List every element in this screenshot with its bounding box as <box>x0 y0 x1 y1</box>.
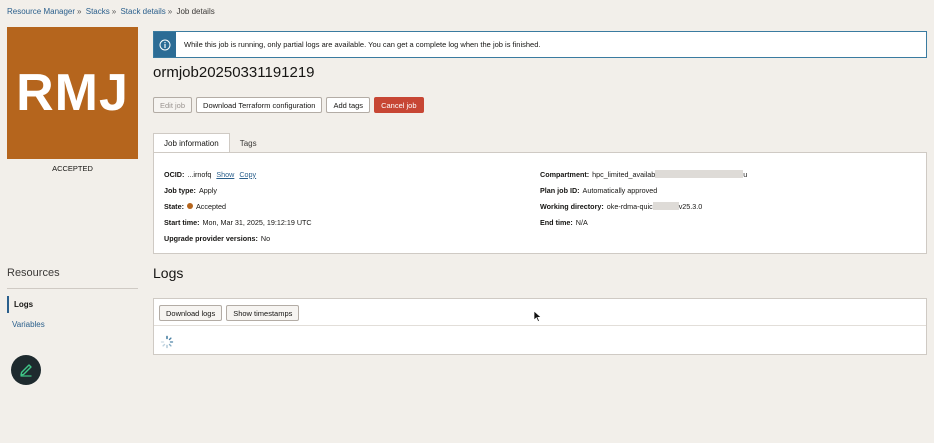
breadcrumb-current: Job details <box>176 7 215 16</box>
ocid-value: ...irnofq <box>187 169 212 179</box>
info-column-right: Compartment: hpc_limited_availab u Plan … <box>540 166 747 230</box>
job-type-label: Job type: <box>164 185 196 195</box>
breadcrumb-resource-manager[interactable]: Resource Manager <box>7 7 75 16</box>
state-value: Accepted <box>195 201 226 211</box>
working-dir-label: Working directory: <box>540 201 604 211</box>
working-dir-value-end: v25.3.0 <box>678 201 703 211</box>
ocid-label: OCID: <box>164 169 185 179</box>
working-dir-row: Working directory: oke-rdma-quic v25.3.0 <box>540 198 747 214</box>
breadcrumb-separator: » <box>111 7 117 16</box>
upgrade-row: Upgrade provider versions: No <box>164 230 312 246</box>
logs-toolbar: Download logs Show timestamps <box>159 305 300 321</box>
info-icon <box>159 39 171 50</box>
edit-job-button[interactable]: Edit job <box>153 97 193 113</box>
page-title: ormjob20250331191219 <box>153 64 315 81</box>
info-column-left: OCID: ...irnofq Show Copy Job type: Appl… <box>164 166 312 246</box>
resources-title: Resources <box>7 267 60 279</box>
pencil-icon <box>20 364 32 377</box>
download-logs-button[interactable]: Download logs <box>159 305 223 321</box>
banner-message: While this job is running, only partial … <box>184 40 541 49</box>
state-row: State: Accepted <box>164 198 312 214</box>
breadcrumb-stack-details[interactable]: Stack details <box>120 7 165 16</box>
tab-job-information[interactable]: Job information <box>153 133 230 153</box>
breadcrumb-separator: » <box>167 7 173 16</box>
ocid-copy-link[interactable]: Copy <box>239 170 256 179</box>
start-time-value: Mon, Mar 31, 2025, 19:12:19 UTC <box>202 217 312 227</box>
breadcrumb-stacks[interactable]: Stacks <box>86 7 110 16</box>
end-time-value: N/A <box>575 217 588 227</box>
divider <box>7 288 138 289</box>
badge-initials: RMJ <box>16 64 129 122</box>
ocid-row: OCID: ...irnofq Show Copy <box>164 166 312 182</box>
cancel-job-button[interactable]: Cancel job <box>374 97 424 113</box>
plan-job-row: Plan job ID: Automatically approved <box>540 182 747 198</box>
redacted-text <box>655 170 744 178</box>
plan-job-value: Automatically approved <box>582 185 658 195</box>
action-bar: Edit job Download Terraform configuratio… <box>153 97 424 113</box>
tab-tags[interactable]: Tags <box>230 133 267 153</box>
breadcrumb-separator: » <box>77 7 82 16</box>
loading-spinner-icon <box>160 335 174 349</box>
divider <box>154 325 926 326</box>
tab-bar: Job information Tags <box>153 133 267 153</box>
end-time-row: End time: N/A <box>540 214 747 230</box>
upgrade-value: No <box>260 233 271 243</box>
show-timestamps-button[interactable]: Show timestamps <box>226 305 300 321</box>
resources-nav: Logs Variables <box>7 296 138 336</box>
working-dir-value: oke-rdma-quic <box>606 201 653 211</box>
resources-item-variables[interactable]: Variables <box>7 316 138 333</box>
state-label: State: <box>164 201 184 211</box>
start-time-label: Start time: <box>164 217 200 227</box>
mouse-cursor-icon <box>533 310 542 323</box>
compartment-value-end: u <box>743 169 748 179</box>
state-dot-icon <box>186 203 193 209</box>
info-icon-box <box>154 32 176 57</box>
floating-edit-button[interactable] <box>11 355 41 385</box>
redacted-text <box>652 202 679 210</box>
breadcrumb: Resource Manager» Stacks» Stack details»… <box>7 7 215 16</box>
logs-panel: Download logs Show timestamps <box>153 298 927 355</box>
job-type-row: Job type: Apply <box>164 182 312 198</box>
badge-status: ACCEPTED <box>52 164 93 173</box>
job-badge: RMJ <box>7 27 138 159</box>
logs-title: Logs <box>153 265 184 281</box>
upgrade-label: Upgrade provider versions: <box>164 233 258 243</box>
compartment-row: Compartment: hpc_limited_availab u <box>540 166 747 182</box>
job-information-panel: OCID: ...irnofq Show Copy Job type: Appl… <box>153 152 927 254</box>
start-time-row: Start time: Mon, Mar 31, 2025, 19:12:19 … <box>164 214 312 230</box>
job-type-value: Apply <box>198 185 217 195</box>
download-terraform-button[interactable]: Download Terraform configuration <box>196 97 323 113</box>
add-tags-button[interactable]: Add tags <box>326 97 371 113</box>
compartment-value: hpc_limited_availab <box>592 169 656 179</box>
resources-item-logs[interactable]: Logs <box>7 296 138 313</box>
info-banner: While this job is running, only partial … <box>153 31 927 58</box>
compartment-label: Compartment: <box>540 169 590 179</box>
end-time-label: End time: <box>540 217 573 227</box>
plan-job-label: Plan job ID: <box>540 185 580 195</box>
ocid-show-link[interactable]: Show <box>216 170 234 179</box>
